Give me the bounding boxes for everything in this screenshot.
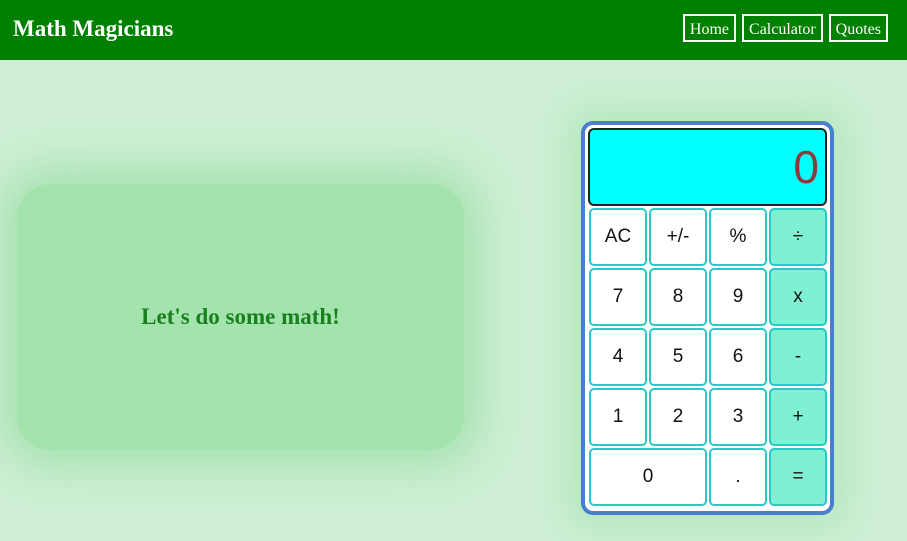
add-button[interactable]: +: [769, 388, 827, 446]
digit-8-button[interactable]: 8: [649, 268, 707, 326]
intro-card: Let's do some math!: [17, 184, 464, 450]
digit-2-button[interactable]: 2: [649, 388, 707, 446]
digit-3-button[interactable]: 3: [709, 388, 767, 446]
digit-1-button[interactable]: 1: [589, 388, 647, 446]
digit-0-button[interactable]: 0: [589, 448, 707, 506]
digit-4-button[interactable]: 4: [589, 328, 647, 386]
nav-links: Home Calculator Quotes: [682, 14, 888, 42]
sign-toggle-button[interactable]: +/-: [649, 208, 707, 266]
nav-link-quotes[interactable]: Quotes: [828, 14, 888, 42]
calculator: 0 AC +/-% ÷ 7 8 9 x 4 5 6- 1 2 3 +0. =: [581, 121, 834, 515]
divide-button[interactable]: ÷: [769, 208, 827, 266]
intro-text: Let's do some math!: [141, 304, 340, 329]
calculator-keypad: AC +/-% ÷ 7 8 9 x 4 5 6- 1 2 3 +0. =: [588, 207, 828, 507]
percent-button[interactable]: %: [709, 208, 767, 266]
digit-6-button[interactable]: 6: [709, 328, 767, 386]
navbar: Math Magicians Home Calculator Quotes: [0, 0, 907, 60]
subtract-button[interactable]: -: [769, 328, 827, 386]
nav-link-calculator[interactable]: Calculator: [742, 14, 823, 42]
digit-5-button[interactable]: 5: [649, 328, 707, 386]
decimal-button[interactable]: .: [709, 448, 767, 506]
brand-title: Math Magicians: [13, 16, 174, 41]
digit-9-button[interactable]: 9: [709, 268, 767, 326]
multiply-button[interactable]: x: [769, 268, 827, 326]
calculator-display: 0: [588, 128, 827, 206]
digit-7-button[interactable]: 7: [589, 268, 647, 326]
nav-link-home[interactable]: Home: [682, 14, 737, 42]
equals-button[interactable]: =: [769, 448, 827, 506]
clear-button[interactable]: AC: [589, 208, 647, 266]
